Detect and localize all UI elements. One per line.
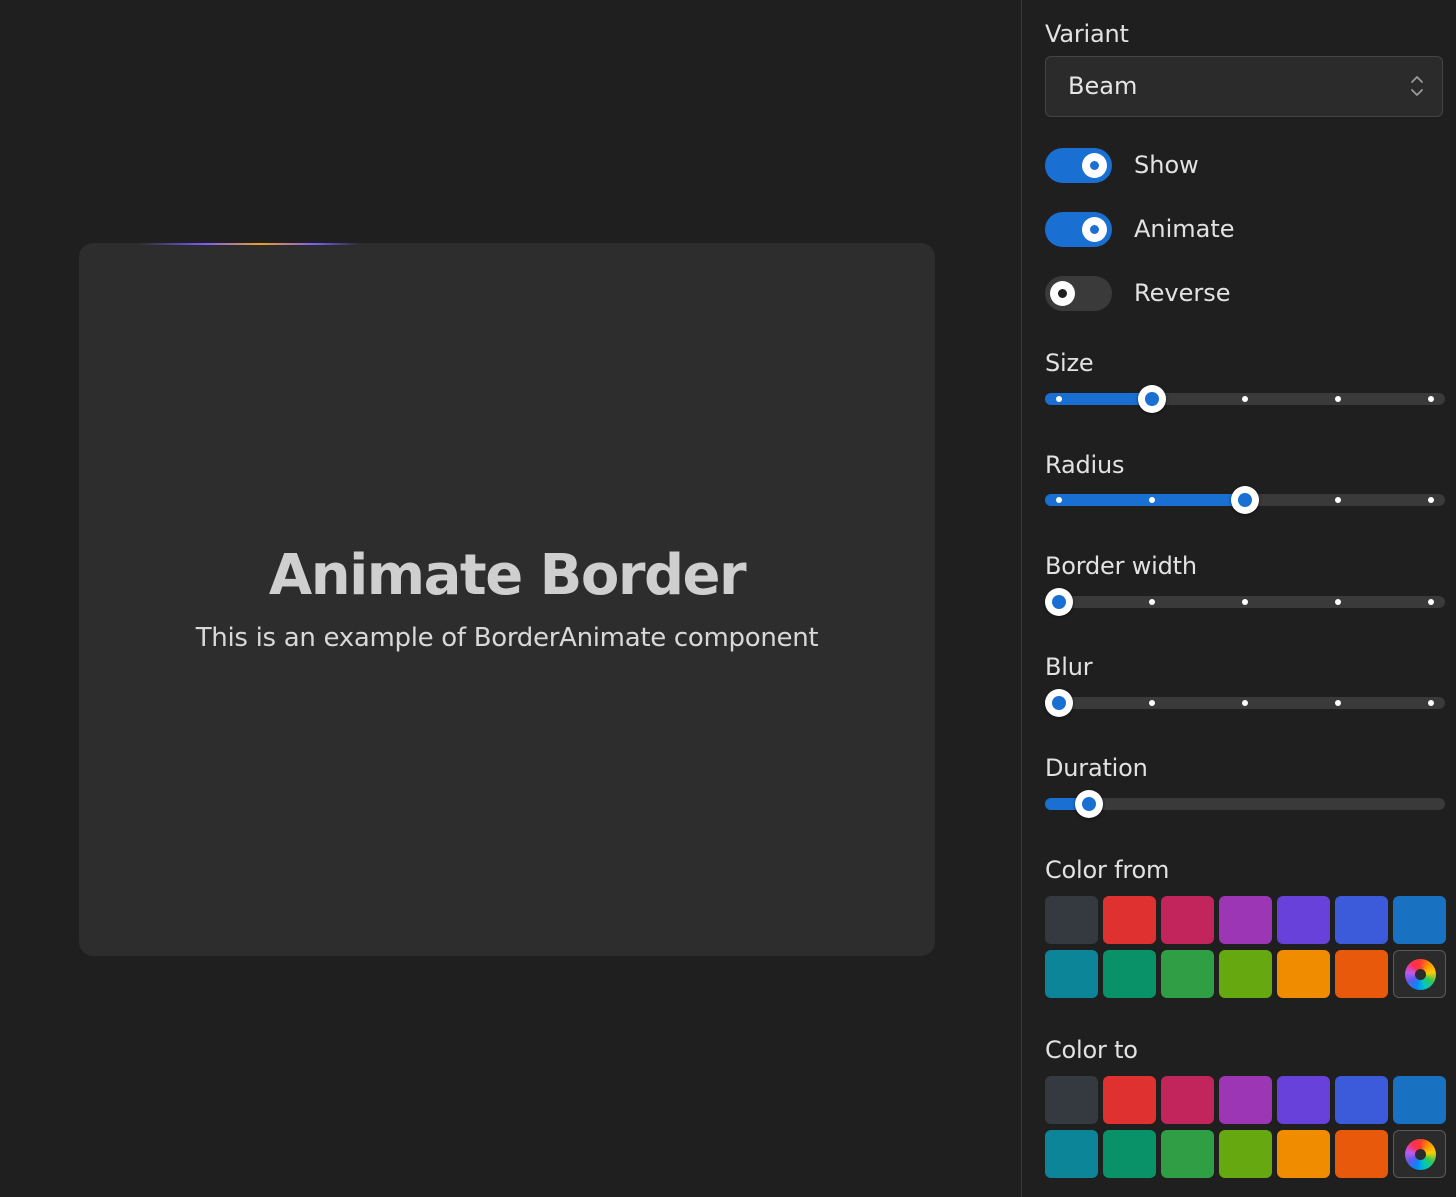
animate-border-card: Animate Border This is an example of Bor… (79, 243, 935, 956)
slider-step-mark (1242, 396, 1248, 402)
color-from-swatch[interactable] (1335, 896, 1388, 944)
card-subtitle: This is an example of BorderAnimate comp… (195, 623, 819, 653)
color-to-swatch[interactable] (1335, 1130, 1388, 1178)
slider-step-mark (1242, 700, 1248, 706)
slider-step-mark (1335, 700, 1341, 706)
color-from-swatch[interactable] (1219, 950, 1272, 998)
duration-label: Duration (1045, 754, 1148, 782)
color-from-swatch[interactable] (1161, 950, 1214, 998)
color-to-swatch[interactable] (1335, 1076, 1388, 1124)
preview-area: Animate Border This is an example of Bor… (0, 0, 1020, 1197)
slider-step-mark (1149, 700, 1155, 706)
blur-label: Blur (1045, 653, 1093, 681)
color-to-label: Color to (1045, 1036, 1138, 1064)
toggle-label-reverse: Reverse (1134, 279, 1231, 307)
color-from-swatch[interactable] (1277, 896, 1330, 944)
color-from-swatch[interactable] (1277, 950, 1330, 998)
slider-step-mark (1149, 599, 1155, 605)
card-title: Animate Border (268, 543, 747, 608)
radius-slider[interactable] (1045, 486, 1445, 514)
variant-label: Variant (1045, 20, 1129, 48)
variant-value: Beam (1068, 72, 1138, 100)
slider-step-mark (1335, 599, 1341, 605)
color-to-swatch[interactable] (1045, 1130, 1098, 1178)
slider-step-mark (1428, 599, 1434, 605)
color-to-swatch[interactable] (1393, 1076, 1446, 1124)
duration-slider-thumb[interactable] (1074, 790, 1103, 818)
radius-slider-thumb[interactable] (1231, 486, 1259, 514)
blur-slider[interactable] (1045, 689, 1445, 717)
slider-step-mark (1056, 497, 1062, 503)
color-to-custom-color-button[interactable] (1393, 1130, 1446, 1178)
color-to-swatch[interactable] (1045, 1076, 1098, 1124)
color-from-swatch[interactable] (1335, 950, 1388, 998)
color-from-swatch[interactable] (1103, 896, 1156, 944)
toggle-animate[interactable] (1045, 212, 1112, 247)
controls-panel: Variant Beam Show Animate Reverse Size Radi… (1021, 0, 1456, 1197)
variant-select[interactable]: Beam (1045, 56, 1443, 117)
color-to-swatch[interactable] (1161, 1076, 1214, 1124)
slider-step-mark (1149, 497, 1155, 503)
duration-slider[interactable] (1045, 790, 1445, 818)
color-to-swatch[interactable] (1161, 1130, 1214, 1178)
border-beam (139, 243, 359, 245)
border-width-slider-thumb[interactable] (1045, 588, 1073, 616)
size-slider-thumb[interactable] (1138, 385, 1166, 413)
size-label: Size (1045, 349, 1094, 377)
color-from-swatch[interactable] (1393, 896, 1446, 944)
color-wheel-icon (1405, 959, 1436, 990)
color-to-swatch[interactable] (1103, 1076, 1156, 1124)
toggle-knob (1082, 153, 1107, 178)
toggle-knob (1050, 281, 1075, 306)
toggle-show[interactable] (1045, 148, 1112, 183)
slider-step-mark (1335, 396, 1341, 402)
color-from-swatch[interactable] (1161, 896, 1214, 944)
slider-step-mark (1056, 396, 1062, 402)
color-from-swatch[interactable] (1045, 950, 1098, 998)
slider-step-mark (1428, 396, 1434, 402)
color-from-swatch[interactable] (1045, 896, 1098, 944)
blur-slider-thumb[interactable] (1045, 689, 1073, 717)
toggle-label-animate: Animate (1134, 215, 1235, 243)
color-wheel-icon (1405, 1139, 1436, 1170)
color-from-custom-color-button[interactable] (1393, 950, 1446, 998)
radius-slider-fill (1045, 494, 1245, 506)
chevron-up-down-icon (1411, 76, 1423, 96)
color-from-swatch[interactable] (1103, 950, 1156, 998)
border-width-slider[interactable] (1045, 588, 1445, 616)
color-to-swatch[interactable] (1277, 1130, 1330, 1178)
toggle-label-show: Show (1134, 151, 1199, 179)
color-to-swatch[interactable] (1277, 1076, 1330, 1124)
size-slider[interactable] (1045, 385, 1445, 413)
color-to-swatch[interactable] (1219, 1130, 1272, 1178)
slider-step-mark (1428, 497, 1434, 503)
radius-label: Radius (1045, 451, 1125, 479)
color-to-swatch[interactable] (1103, 1130, 1156, 1178)
toggle-reverse[interactable] (1045, 276, 1112, 311)
slider-step-mark (1335, 497, 1341, 503)
border-width-label: Border width (1045, 552, 1197, 580)
toggle-knob (1082, 217, 1107, 242)
color-from-label: Color from (1045, 856, 1170, 884)
slider-step-mark (1428, 700, 1434, 706)
color-from-swatch[interactable] (1219, 896, 1272, 944)
slider-step-mark (1242, 599, 1248, 605)
color-to-swatch[interactable] (1219, 1076, 1272, 1124)
